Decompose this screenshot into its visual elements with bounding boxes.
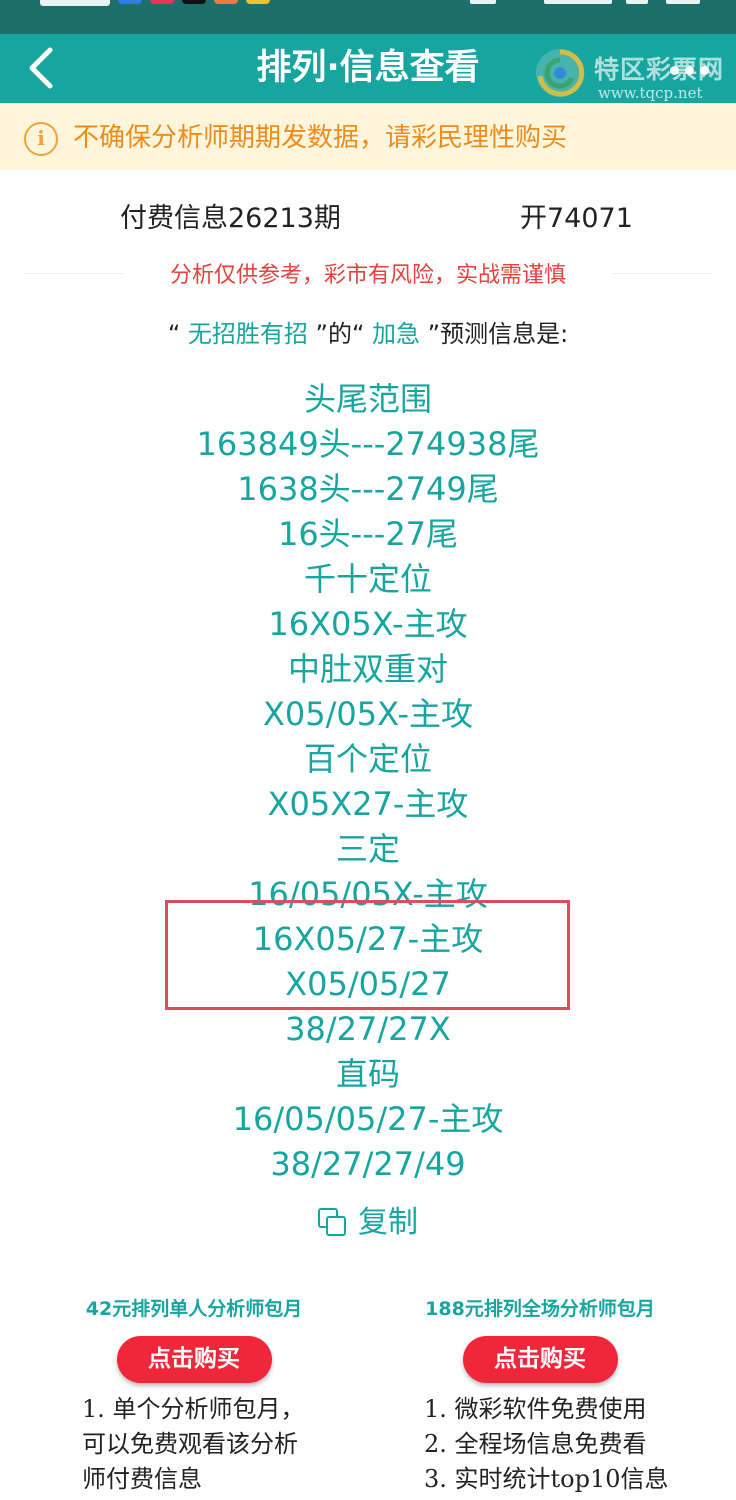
risk-notice: 分析仅供参考，彩市有风险，实战需谨慎 bbox=[169, 263, 566, 288]
prediction-line: 直码 bbox=[335, 1055, 400, 1093]
prediction-line: 三定 bbox=[335, 830, 400, 868]
headline-quote-open: “ bbox=[167, 320, 188, 348]
prediction-line: X05/05X-主攻 bbox=[262, 695, 474, 733]
wifi-icon bbox=[626, 0, 648, 4]
app-notification-icon bbox=[246, 0, 270, 4]
app-notification-icon bbox=[150, 0, 174, 4]
copy-button[interactable]: 复制 bbox=[0, 1200, 736, 1246]
plan-description: 1. 微彩软件免费使用 2. 全程场信息免费看 3. 实时统计top10信息 bbox=[424, 1392, 669, 1497]
status-indicators bbox=[470, 0, 700, 6]
headline-middle: ”的“ bbox=[307, 320, 373, 348]
issue-open-result: 开74071 bbox=[520, 203, 633, 234]
status-app-icons bbox=[118, 0, 270, 4]
plan-desc-line: 1. 微彩软件免费使用 bbox=[424, 1395, 647, 1423]
plan-title: 42元排列单人分析师包月 bbox=[85, 1298, 303, 1320]
plan-desc-line: 可以免费观看该分析 bbox=[82, 1430, 298, 1458]
copy-label: 复制 bbox=[358, 1205, 418, 1240]
copy-icon bbox=[318, 1208, 348, 1238]
plan-single-analyst: 42元排列单人分析师包月 点击购买 1. 单个分析师包月， 可以免费观看该分析 … bbox=[10, 1296, 378, 1493]
app-notification-icon bbox=[214, 0, 238, 4]
prediction-line: 163849头---274938尾 bbox=[196, 425, 540, 463]
prediction-line: 16/05/05/27-主攻 bbox=[232, 1100, 504, 1138]
prediction-line: 千十定位 bbox=[303, 560, 432, 598]
status-time bbox=[40, 0, 110, 6]
plan-title: 188元排列全场分析师包月 bbox=[425, 1298, 655, 1320]
network-speed-icon bbox=[470, 0, 496, 4]
watermark-logo bbox=[536, 49, 585, 97]
analyst-name: 无招胜有招 bbox=[187, 320, 308, 348]
prediction-line: X05X27-主攻 bbox=[267, 785, 469, 823]
watermark-url: www.tqcp.net bbox=[598, 84, 703, 102]
app-notification-icon bbox=[118, 0, 142, 4]
plan-desc-line: 1. 单个分析师包月， bbox=[82, 1395, 305, 1423]
plan-all-analysts: 188元排列全场分析师包月 点击购买 1. 微彩软件免费使用 2. 全程场信息免… bbox=[356, 1296, 724, 1493]
prediction-line: 中肚双重对 bbox=[287, 650, 448, 688]
buy-button[interactable]: 点击购买 bbox=[462, 1336, 618, 1383]
battery-icon bbox=[666, 0, 700, 4]
plan-desc-line: 2. 全程场信息免费看 bbox=[424, 1430, 647, 1458]
issue-label: 付费信息26213期 bbox=[120, 203, 341, 234]
buy-button[interactable]: 点击购买 bbox=[116, 1336, 272, 1383]
prediction-line: 1638头---2749尾 bbox=[237, 470, 499, 508]
signal-icon bbox=[544, 0, 612, 4]
nav-bar: 排列·信息查看 特区彩票网 www.tqcp.net bbox=[0, 34, 736, 103]
app-notification-icon bbox=[182, 0, 206, 4]
highlight-box bbox=[165, 900, 570, 1010]
more-button[interactable] bbox=[664, 54, 716, 84]
prediction-line: 16X05X-主攻 bbox=[268, 605, 468, 643]
prediction-headline: “ 无招胜有招 ”的“ 加急 ”预测信息是: bbox=[0, 314, 736, 349]
prediction-line: 头尾范围 bbox=[303, 380, 432, 418]
plan-desc-line: 师付费信息 bbox=[82, 1465, 202, 1493]
prediction-line: 38/27/27/49 bbox=[270, 1145, 466, 1183]
notice-text: 不确保分析师期期发数据，请彩民理性购买 bbox=[73, 123, 568, 153]
notice-banner: i 不确保分析师期期发数据，请彩民理性购买 bbox=[0, 103, 736, 170]
prediction-line: 百个定位 bbox=[303, 740, 432, 778]
priority-tag: 加急 bbox=[372, 320, 421, 348]
status-bar bbox=[0, 0, 736, 34]
info-icon: i bbox=[24, 122, 58, 156]
prediction-line: 16头---27尾 bbox=[277, 515, 459, 553]
headline-suffix: ”预测信息是: bbox=[420, 320, 569, 348]
prediction-line: 38/27/27X bbox=[285, 1010, 451, 1048]
prediction-list: 头尾范围 163849头---274938尾 1638头---2749尾 16头… bbox=[0, 377, 736, 1187]
plan-desc-line: 3. 实时统计top10信息 bbox=[424, 1465, 669, 1493]
plan-description: 1. 单个分析师包月， 可以免费观看该分析 师付费信息 bbox=[82, 1392, 305, 1497]
